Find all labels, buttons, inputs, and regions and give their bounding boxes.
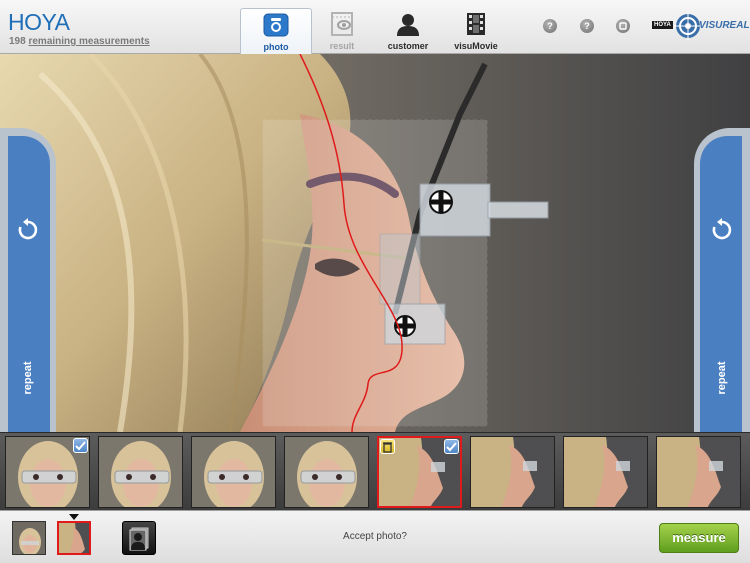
customer-silhouette-icon <box>397 14 419 36</box>
side-view-thumbnail-image <box>564 437 647 507</box>
help-button[interactable]: ? <box>543 19 557 33</box>
repeat-left-button[interactable]: repeat <box>0 128 56 432</box>
front-view-thumbnail-image <box>192 437 275 507</box>
photo-thumbnail[interactable] <box>98 436 183 508</box>
thumbnail-strip <box>0 432 750 510</box>
tab-customer[interactable]: customer <box>372 8 444 54</box>
tab-customer-label: customer <box>387 41 429 51</box>
camera-icon <box>263 13 289 37</box>
repeat-left-label: repeat <box>22 361 34 395</box>
tab-visumovie[interactable]: visuMovie <box>440 8 512 54</box>
front-view-thumbnail-image <box>285 437 368 507</box>
photo-thumbnail[interactable] <box>377 436 462 508</box>
photo-thumbnail[interactable] <box>656 436 741 508</box>
settings-glyph-icon <box>619 22 627 30</box>
settings-icon[interactable] <box>616 19 630 33</box>
photo-thumbnail[interactable] <box>563 436 648 508</box>
photo-thumbnail[interactable] <box>191 436 276 508</box>
visureal-text: VISUREAL <box>699 20 750 31</box>
photo-stage[interactable]: repeat repeat <box>0 54 750 432</box>
visureal-logo: HOYA VISUREAL <box>652 12 750 40</box>
repeat-left-icon <box>18 218 38 240</box>
check-icon[interactable] <box>73 438 88 453</box>
tab-photo[interactable]: photo <box>240 8 312 54</box>
trash-icon[interactable] <box>380 439 395 454</box>
accept-photo-prompt: Accept photo? <box>343 531 407 542</box>
check-icon[interactable] <box>444 439 459 454</box>
repeat-right-icon <box>712 218 732 240</box>
tab-result[interactable]: result <box>306 8 378 54</box>
photo-thumbnail[interactable] <box>5 436 90 508</box>
repeat-right-button[interactable]: repeat <box>694 128 750 432</box>
bottom-bar: Accept photo? measure <box>0 510 750 563</box>
tab-photo-label: photo <box>263 42 289 52</box>
side-view-thumbnail-image <box>657 437 740 507</box>
tab-visumovie-label: visuMovie <box>454 41 498 51</box>
remaining-measurements-link[interactable]: remaining measurements <box>28 36 149 47</box>
info-button[interactable]: ? <box>580 19 594 33</box>
measure-button[interactable]: measure <box>659 523 739 553</box>
side-view-thumbnail-image <box>471 437 554 507</box>
repeat-right-label: repeat <box>716 361 728 395</box>
hoya-logo: HOYA <box>8 9 70 35</box>
visureal-target-icon <box>674 12 702 40</box>
photo-thumbnail[interactable] <box>284 436 369 508</box>
photo-thumbnail[interactable] <box>470 436 555 508</box>
tab-result-label: result <box>329 41 355 51</box>
customer-side-photo <box>0 54 750 432</box>
current-mini-pointer <box>69 514 79 520</box>
remaining-count: 198 <box>9 36 26 47</box>
front-view-thumbnail-image <box>99 437 182 507</box>
remaining-measurements: 198 remaining measurements <box>9 36 150 47</box>
result-eye-icon <box>331 12 353 36</box>
film-strip-icon <box>467 13 485 35</box>
top-bar: HOYA 198 remaining measurements photo re… <box>0 0 750 54</box>
visureal-hoya-mark: HOYA <box>652 21 673 29</box>
